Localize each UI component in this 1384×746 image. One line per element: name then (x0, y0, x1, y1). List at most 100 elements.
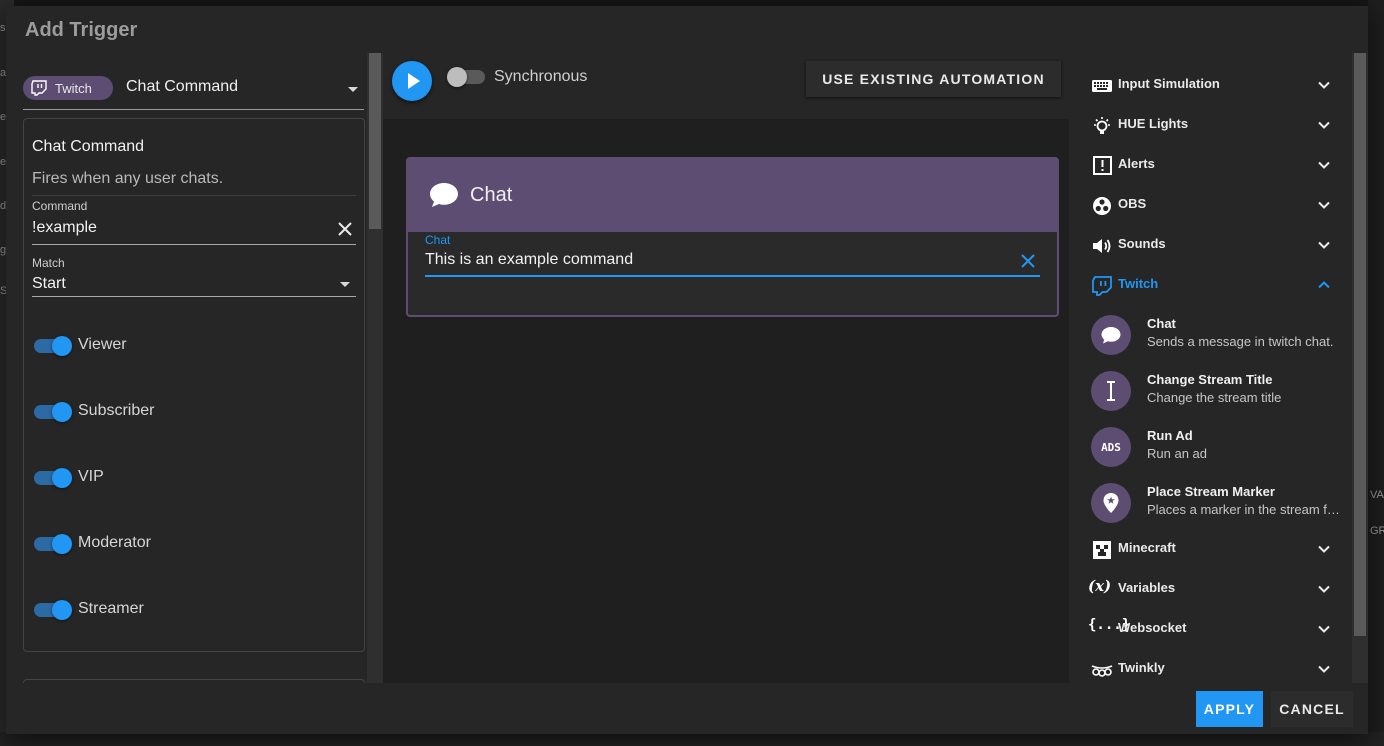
action-title: Chat (470, 184, 513, 206)
divider (32, 195, 356, 196)
toggle-streamer[interactable]: Streamer (34, 598, 234, 622)
toggle-knob[interactable] (52, 336, 72, 356)
trigger-panel: Twitch Chat Command Chat Command Fires w… (12, 53, 367, 683)
action-title: Chat (1147, 316, 1176, 331)
toggle-moderator[interactable]: Moderator (34, 532, 234, 556)
right-scrollbar[interactable] (1352, 53, 1368, 683)
toggle-subscriber[interactable]: Subscriber (34, 400, 234, 424)
bg-fragment: VA (1370, 489, 1384, 501)
category-label: HUE Lights (1118, 116, 1189, 131)
category-obs[interactable]: OBS (1085, 191, 1343, 219)
category-sounds[interactable]: Sounds (1085, 231, 1343, 259)
toggle-viewer[interactable]: Viewer (34, 334, 234, 358)
chevron-down-icon (1318, 625, 1330, 633)
clear-icon[interactable] (1019, 252, 1037, 270)
bg-fragment: s (0, 22, 6, 34)
toggle-knob[interactable] (52, 534, 72, 554)
toggle-label: Viewer (78, 336, 127, 353)
action-title: Run Ad (1147, 428, 1193, 443)
command-field[interactable]: !example (32, 219, 97, 237)
category-label: Input Simulation (1118, 76, 1220, 91)
variable-icon: (x) (1088, 577, 1112, 595)
action-description: Sends a message in twitch chat. (1147, 334, 1334, 349)
category-twitch[interactable]: Twitch (1085, 271, 1343, 299)
chat-field-label: Chat (425, 233, 451, 247)
action-item-change-stream-title[interactable]: Change Stream Title Change the stream ti… (1085, 371, 1343, 421)
category-label: Minecraft (1118, 540, 1176, 555)
chat-bubble-icon (430, 183, 458, 207)
chat-message-input[interactable]: This is an example command (425, 251, 633, 269)
chat-field-underline (425, 275, 1040, 277)
trigger-type-select[interactable]: Twitch Chat Command (23, 71, 364, 110)
lightbulb-icon (1094, 117, 1110, 134)
scrollbar-thumb[interactable] (1354, 53, 1366, 636)
chevron-down-icon[interactable] (340, 282, 350, 287)
card-title: Chat Command (32, 138, 145, 155)
toggle-vip[interactable]: VIP (34, 466, 234, 490)
action-description: Places a marker in the stream for highli… (1147, 502, 1343, 517)
chat-action-card: Chat Chat This is an example command (406, 157, 1059, 317)
action-item-chat[interactable]: Chat Sends a message in twitch chat. (1085, 315, 1343, 365)
clear-icon[interactable] (336, 220, 354, 238)
category-label: OBS (1118, 196, 1147, 211)
category-alerts[interactable]: Alerts (1085, 151, 1343, 179)
chevron-down-icon (1318, 241, 1330, 249)
match-select[interactable]: Start (32, 275, 66, 293)
toggle-knob[interactable] (52, 468, 72, 488)
toggle-knob[interactable] (52, 402, 72, 422)
card-description: Fires when any user chats. (32, 170, 224, 187)
category-hue-lights[interactable]: HUE Lights (1085, 111, 1343, 139)
action-header[interactable]: Chat (408, 159, 1057, 232)
chevron-down-icon (1318, 665, 1330, 673)
chevron-down-icon (1318, 81, 1330, 89)
automation-editor: Synchronous USE EXISTING AUTOMATION Chat… (383, 53, 1069, 683)
action-item-run-ad[interactable]: ADS Run Ad Run an ad (1085, 427, 1343, 477)
chevron-up-icon (1318, 281, 1330, 289)
category-label: Sounds (1118, 236, 1166, 251)
match-underline (32, 296, 356, 297)
category-minecraft[interactable]: Minecraft (1085, 535, 1343, 563)
dialog-title: Add Trigger (25, 19, 138, 41)
chevron-down-icon (1318, 201, 1330, 209)
twinkly-icon (1091, 665, 1113, 677)
trigger-settings-card: Chat Command Fires when any user chats. … (23, 118, 365, 652)
action-title: Change Stream Title (1147, 372, 1273, 387)
scrollbar-thumb[interactable] (369, 53, 381, 229)
toggle-label: Moderator (78, 534, 151, 551)
background-bottom (0, 732, 1384, 746)
toggle-knob[interactable] (52, 600, 72, 620)
action-icon-circle (1091, 315, 1131, 355)
add-trigger-dialog: Add Trigger Twitch Chat Command Chat Com… (6, 6, 1368, 734)
editor-toolbar: Synchronous USE EXISTING AUTOMATION (383, 53, 1069, 119)
actions-panel: Input Simulation HUE Lights Alerts OBS S… (1069, 53, 1352, 683)
action-description: Change the stream title (1147, 390, 1282, 405)
sync-toggle-knob[interactable] (447, 67, 467, 87)
play-button[interactable] (392, 61, 432, 101)
secondary-card (23, 679, 365, 683)
twitch-icon (1092, 276, 1112, 296)
action-title: Place Stream Marker (1147, 484, 1275, 499)
category-label: Websocket (1118, 620, 1187, 635)
category-twinkly[interactable]: Twinkly (1085, 655, 1343, 683)
category-input-simulation[interactable]: Input Simulation (1085, 71, 1343, 99)
action-item-place-stream-marker[interactable]: Place Stream Marker Places a marker in t… (1085, 483, 1343, 533)
trigger-name: Chat Command (126, 78, 239, 95)
command-label: Command (32, 199, 88, 213)
use-existing-automation-button[interactable]: USE EXISTING AUTOMATION (806, 61, 1061, 97)
action-description: Run an ad (1147, 446, 1207, 461)
toggle-label: Streamer (78, 600, 144, 617)
left-scrollbar[interactable] (367, 53, 383, 683)
category-label: Variables (1118, 580, 1176, 595)
toggle-label: Subscriber (78, 402, 155, 419)
text-cursor-icon (1107, 381, 1115, 401)
chevron-down-icon[interactable] (348, 87, 358, 92)
cancel-button[interactable]: CANCEL (1271, 691, 1353, 727)
apply-button[interactable]: APPLY (1196, 691, 1263, 727)
category-variables[interactable]: (x) Variables (1085, 575, 1343, 603)
alert-box-icon (1093, 156, 1112, 175)
category-websocket[interactable]: {...} Websocket (1085, 615, 1343, 643)
sync-label: Synchronous (494, 68, 588, 85)
command-underline (32, 244, 356, 245)
background-right: VA GR (1368, 0, 1384, 746)
chevron-down-icon (1318, 121, 1330, 129)
